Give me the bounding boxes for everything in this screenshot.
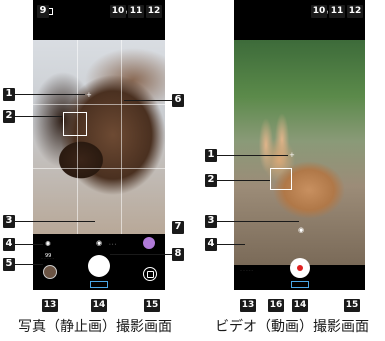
callout-badge: 2 (3, 110, 15, 123)
leader-line (15, 116, 62, 117)
zoom-dots: • • • (109, 242, 117, 246)
callout-badge: 14 (91, 299, 107, 312)
callout-badge: 16 (268, 299, 284, 312)
effect-icon[interactable]: ✺ (45, 240, 51, 248)
callout-badge: 3 (205, 215, 217, 228)
callout-badge: 1 (205, 149, 217, 162)
callout-badge: 12 (347, 5, 363, 18)
callout-badge: 12 (146, 5, 162, 18)
video-caption: ビデオ（動画）撮影画面 (215, 319, 369, 335)
callout-badge: 9 (37, 5, 49, 18)
grid-line (33, 104, 165, 105)
grid-line (121, 40, 122, 234)
leader-line (217, 221, 299, 222)
leader-line (217, 155, 288, 156)
callout-badge: 6 (172, 94, 184, 107)
leader-line (124, 100, 172, 101)
leader-line (15, 264, 43, 265)
callout-badge: 4 (205, 238, 217, 251)
callout-badge: 13 (42, 299, 58, 312)
callout-badge: 8 (172, 248, 184, 261)
leader-line (15, 244, 43, 245)
leader-line (110, 254, 172, 255)
video-screen: + ◔ ϟ ✱ ◉ ·· ·· ·· ·· ·· (234, 0, 365, 290)
callout-badge: 5 (3, 258, 15, 271)
mode-labels: ·· ·· ·· ·· ·· (240, 268, 254, 272)
shutter-button[interactable] (88, 255, 110, 277)
callout-badge: 15 (144, 299, 160, 312)
callout-badge: 11 (128, 5, 144, 18)
photo-caption: 写真（静止画）撮影画面 (18, 319, 172, 335)
callout-badge: 11 (329, 5, 345, 18)
record-button[interactable] (290, 258, 310, 278)
mode-switch-button[interactable] (291, 281, 309, 288)
grid-line (33, 168, 165, 169)
callout-badge: 15 (344, 299, 360, 312)
leader-line (15, 94, 85, 95)
callout-badge: 3 (3, 215, 15, 228)
leader-line (217, 180, 270, 181)
grid-line (77, 40, 78, 234)
callout-badge: 14 (292, 299, 308, 312)
zoom-icon[interactable]: ◉ (96, 239, 102, 247)
photo-viewfinder[interactable]: + (33, 40, 165, 234)
leader-line (217, 244, 245, 245)
af-point-icon: + (289, 151, 295, 159)
callout-badge: 2 (205, 174, 217, 187)
face-detect-frame (270, 168, 292, 190)
mode-labels: ·· ·· ·· ·· ·· (41, 256, 55, 260)
callout-badge: 7 (172, 221, 184, 234)
face-detect-frame (63, 112, 87, 136)
callout-badge: 10 (110, 5, 126, 18)
zoom-icon[interactable]: ◉ (298, 226, 304, 234)
thumbnail[interactable] (43, 265, 57, 279)
mode-switch-button[interactable] (90, 281, 108, 288)
leader-line (15, 221, 95, 222)
callout-badge: 13 (240, 299, 256, 312)
callout-badge: 10 (311, 5, 327, 18)
camera-switch-icon[interactable] (143, 267, 157, 281)
lens-button[interactable] (143, 237, 155, 249)
af-point-icon: + (86, 91, 92, 99)
callout-badge: 1 (3, 88, 15, 101)
photo-screen: + ◔ ϟ ✱ ◉ • • • ✺ 99 ·· ·· ·· ·· ·· (33, 0, 165, 290)
callout-badge: 4 (3, 238, 15, 251)
